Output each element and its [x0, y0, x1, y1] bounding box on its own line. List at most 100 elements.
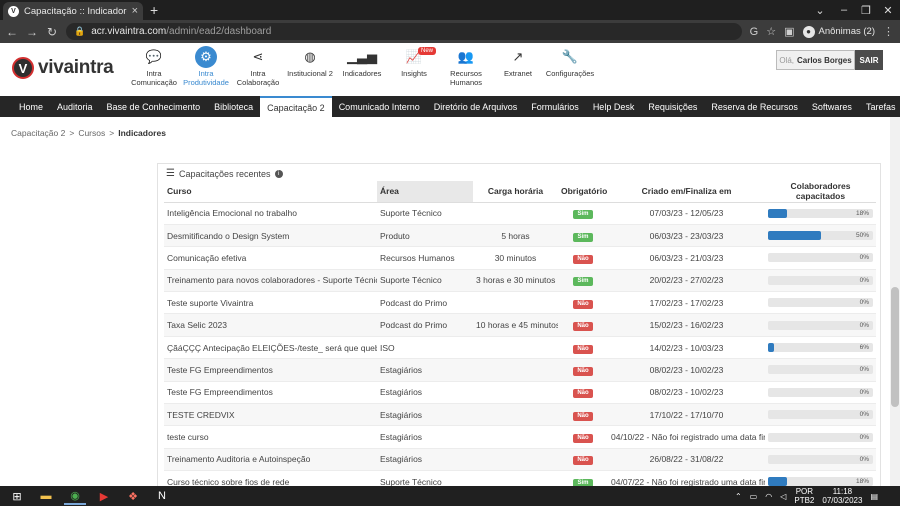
nav-item[interactable]: Biblioteca	[207, 96, 260, 117]
module-chart[interactable]: 📈 Insights New	[388, 46, 440, 94]
table-row[interactable]: Desmitificando o Design System Produto 5 h…	[164, 224, 876, 248]
progress-bar: 0%	[768, 320, 873, 330]
col-capacitados-header[interactable]: Colaboradores capacitados	[765, 181, 876, 203]
url-input[interactable]: 🔒 acr.vivaintra.com/admin/ead2/dashboard	[66, 23, 742, 40]
table-row[interactable]: Treinamento para novos colaboradores - S…	[164, 269, 876, 293]
nav-item[interactable]: Home	[12, 96, 50, 117]
notification-icon[interactable]: ▤	[870, 492, 878, 501]
nav-item[interactable]: Formulários	[524, 96, 586, 117]
battery-icon[interactable]: ▭	[750, 492, 758, 501]
info-icon[interactable]: i	[274, 169, 283, 178]
external-link-icon: ↗	[512, 48, 524, 64]
table-row[interactable]: Teste FG Empreendimentos Estagiários Não 08…	[164, 358, 876, 382]
nav-item[interactable]: Auditoria	[50, 96, 100, 117]
figma-icon[interactable]: ❖	[122, 487, 144, 505]
progress-bar: 0%	[768, 387, 873, 397]
close-window-icon[interactable]: ✕	[874, 0, 900, 20]
table-row[interactable]: Taxa Selic 2023 Podcast do Primo 10 horas …	[164, 313, 876, 337]
nav-item[interactable]: Softwares	[805, 96, 859, 117]
module-label: Configurações	[545, 69, 595, 78]
module-external-link[interactable]: ↗ Extranet	[492, 46, 544, 94]
table-row[interactable]: Curso técnico sobre fios de rede Suporte …	[164, 470, 876, 486]
progress-percent: 0%	[859, 276, 869, 284]
col-carga-header[interactable]: Carga horária	[473, 181, 558, 203]
back-icon[interactable]: ←	[6, 25, 18, 39]
table-row[interactable]: ÇãáÇÇÇ Antecipação ELEIÇÕES-/teste_ será…	[164, 336, 876, 360]
dates-cell: 14/02/23 - 10/03/23	[608, 336, 765, 360]
nav-item[interactable]: Help Desk	[586, 96, 642, 117]
table-row[interactable]: teste curso Estagiários Não 04/10/22 - Não …	[164, 425, 876, 449]
language-indicator[interactable]: POR PTB2	[794, 487, 814, 505]
nav-item[interactable]: Capacitação 2	[260, 96, 332, 117]
module-users[interactable]: 👥 Recursos Humanos	[440, 46, 492, 94]
menu-icon[interactable]: ⋮	[883, 25, 894, 38]
workload-cell	[473, 381, 558, 405]
google-icon[interactable]: G	[750, 26, 759, 38]
col-obrigatorio-header[interactable]: Obrigatório	[558, 181, 608, 203]
breadcrumb-link[interactable]: Capacitação 2	[11, 128, 65, 138]
progress-cell: 18%	[765, 470, 876, 486]
module-wrench[interactable]: 🔧 Configurações	[544, 46, 596, 94]
windows-start-icon[interactable]: ⊞	[6, 487, 28, 505]
media-player-icon[interactable]: ▶	[93, 487, 115, 505]
course-name-cell: Teste FG Empreendimentos	[164, 358, 377, 382]
nav-item[interactable]: Reserva de Recursos	[704, 96, 805, 117]
module-signal[interactable]: ▁▃▅ Indicadores	[336, 46, 388, 94]
table-row[interactable]: Comunicação efetiva Recursos Humanos 30 mi…	[164, 246, 876, 270]
col-area-header[interactable]: Área	[377, 181, 473, 203]
nav-item[interactable]: Diretório de Arquivos	[427, 96, 525, 117]
mandatory-cell: Sim	[558, 202, 608, 225]
new-tab-icon[interactable]: +	[150, 2, 158, 18]
module-label: Intra Comunicação	[131, 69, 177, 87]
workload-cell: 5 horas	[473, 224, 558, 248]
chrome-icon[interactable]: ◉	[64, 487, 86, 505]
url-domain: acr.vivaintra.com	[91, 26, 167, 37]
progress-percent: 0%	[859, 321, 869, 329]
mandatory-cell: Sim	[558, 269, 608, 293]
app-header: V vivaintra 💬 Intra Comunicação ⚙ Intra Pro…	[0, 43, 900, 96]
clock[interactable]: 11:18 07/03/2023	[822, 487, 862, 505]
module-share[interactable]: ⋖ Intra Colaboração	[232, 46, 284, 94]
scrollbar-thumb[interactable]	[891, 287, 899, 407]
forward-icon[interactable]: →	[26, 25, 38, 39]
nav-item[interactable]: Requisições	[641, 96, 704, 117]
module-gears[interactable]: ⚙ Intra Produtividade	[180, 46, 232, 94]
mandatory-badge: Não	[573, 434, 593, 444]
dates-cell: 17/10/22 - 17/10/70	[608, 403, 765, 427]
logout-button[interactable]: SAIR	[855, 50, 883, 70]
close-tab-icon[interactable]: ×	[132, 5, 138, 17]
progress-percent: 18%	[855, 209, 869, 217]
module-chat[interactable]: 💬 Intra Comunicação	[128, 46, 180, 94]
nav-item[interactable]: Base de Conhecimento	[100, 96, 208, 117]
file-explorer-icon[interactable]: ▬	[35, 487, 57, 505]
module-label: Institucional 2	[287, 69, 333, 78]
module-globe[interactable]: ◍ Institucional 2	[284, 46, 336, 94]
breadcrumb-link[interactable]: Cursos	[78, 128, 105, 138]
lock-icon: 🔒	[74, 26, 86, 36]
page-scrollbar[interactable]	[890, 117, 900, 486]
reload-icon[interactable]: ↻	[46, 25, 58, 39]
favicon-icon: V	[8, 5, 19, 17]
url-path: /admin/ead2/dashboard	[166, 26, 272, 37]
star-icon[interactable]: ☆	[766, 25, 776, 38]
browser-tab[interactable]: V Capacitação :: Indicadores :: Viv ×	[3, 2, 143, 20]
progress-bar: 18%	[768, 208, 873, 218]
table-row[interactable]: Teste FG Empreendimentos Estagiários Não 08…	[164, 381, 876, 405]
profile-button[interactable]: ● Anônimas (2)	[802, 25, 875, 38]
col-datas-header[interactable]: Criado em/Finaliza em	[608, 181, 765, 203]
nav-item[interactable]: Comunicado Interno	[332, 96, 427, 117]
progress-percent: 0%	[859, 411, 869, 419]
sidebar-icon[interactable]: ▣	[784, 25, 794, 38]
nav-item[interactable]: Tarefas	[859, 96, 900, 117]
col-curso-header[interactable]: Curso	[164, 181, 377, 203]
table-row[interactable]: TESTE CREDVIX Estagiários Não 17/10/22 - 17…	[164, 403, 876, 427]
logo[interactable]: V vivaintra	[12, 57, 114, 79]
user-greeting[interactable]: Olá, Carlos Borges	[776, 50, 855, 70]
table-row[interactable]: Treinamento Auditoria e Autoinspeção Esta…	[164, 448, 876, 472]
table-row[interactable]: Inteligência Emocional no trabalho Suport…	[164, 202, 876, 225]
table-row[interactable]: Teste suporte Vivaintra Podcast do Primo N…	[164, 291, 876, 315]
wifi-icon[interactable]: ◠	[765, 492, 772, 501]
notion-icon[interactable]: N	[151, 487, 173, 505]
tray-chevron-icon[interactable]: ⌃	[735, 492, 742, 501]
volume-icon[interactable]: ◁	[780, 492, 786, 501]
